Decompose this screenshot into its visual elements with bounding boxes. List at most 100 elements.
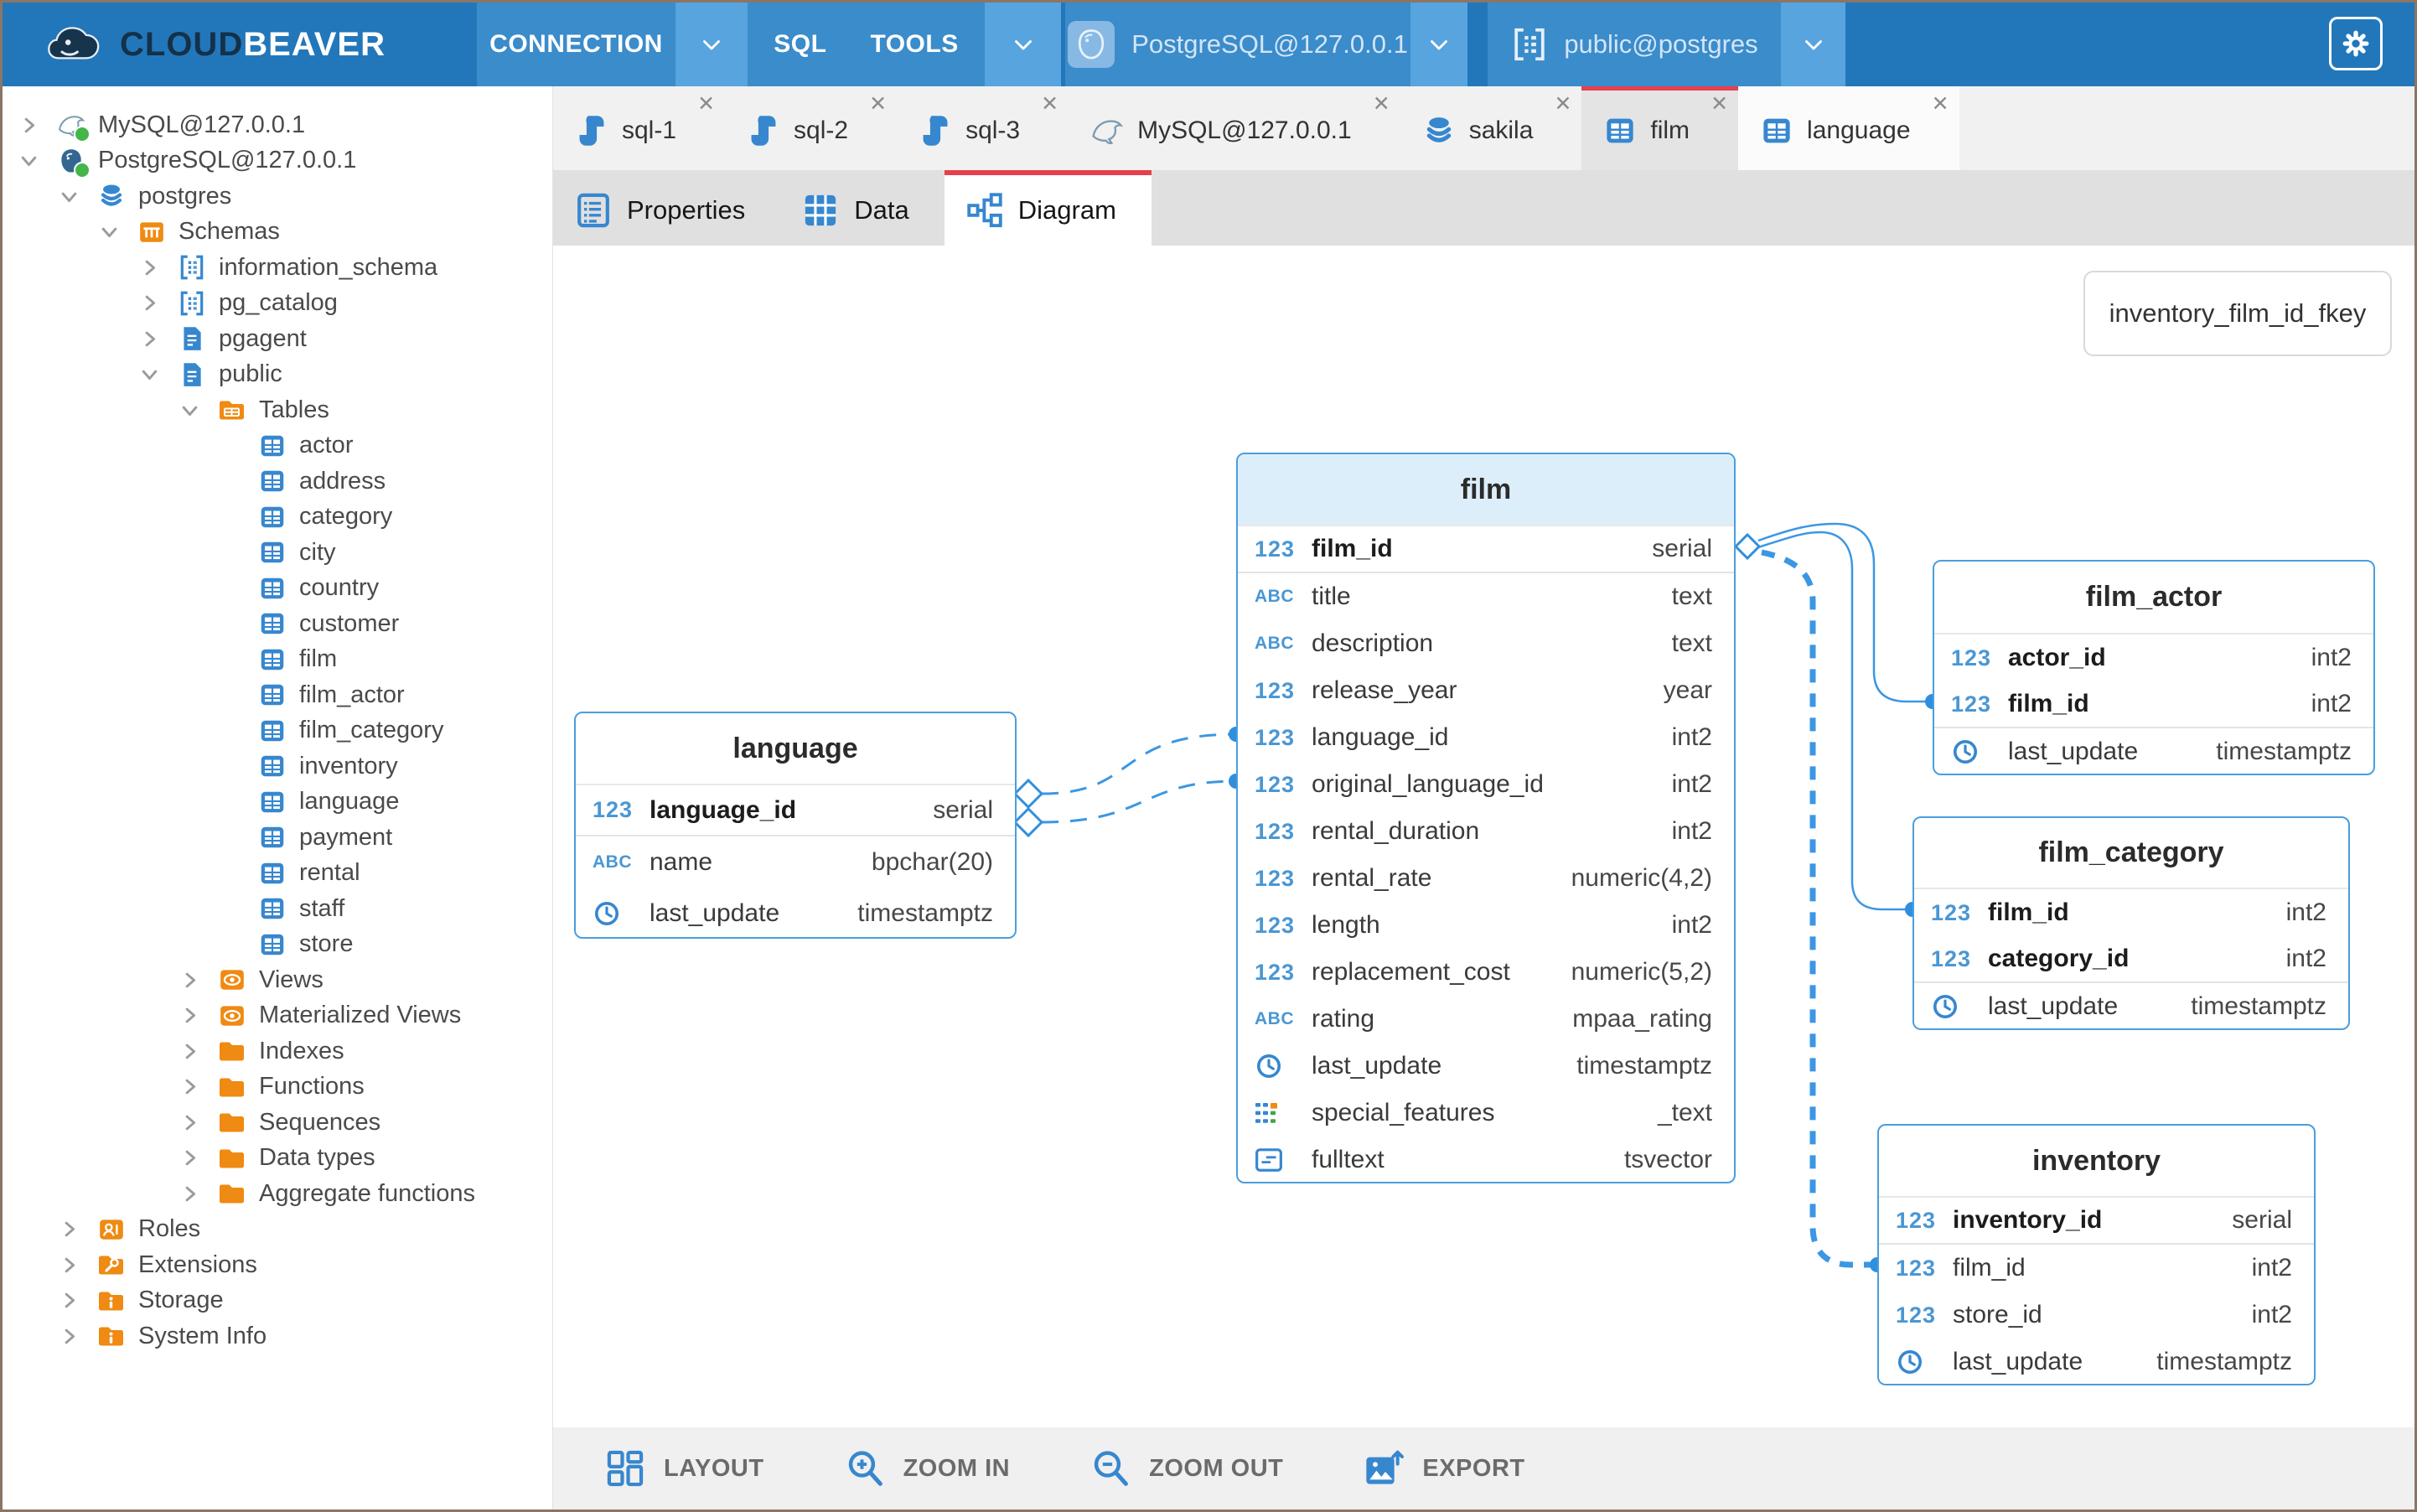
relationship-film-inventory-selected[interactable] <box>1762 552 1877 1265</box>
chevron-right-icon[interactable] <box>179 969 217 992</box>
column-film-id[interactable]: 123film_idint2 <box>1914 889 2348 936</box>
column-release-year[interactable]: 123release_yearyear <box>1238 667 1734 714</box>
column-last-update[interactable]: last_updatetimestamptz <box>1879 1339 2314 1385</box>
column-last-update[interactable]: last_updatetimestamptz <box>1238 1043 1734 1090</box>
tree-item-extensions[interactable]: Extensions <box>3 1247 552 1283</box>
column-language-id[interactable]: 123language_idserial <box>576 785 1015 836</box>
tree-item-postgresql-127-0-0-1[interactable]: PostgreSQL@127.0.0.1 <box>3 143 552 179</box>
tab-sakila[interactable]: sakila✕ <box>1400 86 1582 170</box>
tree-item-rental[interactable]: rental <box>3 856 552 892</box>
tree-item-film-actor[interactable]: film_actor <box>3 677 552 713</box>
chevron-right-icon[interactable] <box>18 114 56 137</box>
schema-selector-chevron-icon[interactable] <box>1781 3 1845 86</box>
relationship-language-film-original-language-id[interactable] <box>1042 781 1236 822</box>
tree-item-city[interactable]: city <box>3 535 552 571</box>
tree-item-functions[interactable]: Functions <box>3 1069 552 1106</box>
column-film-id[interactable]: 123film_idint2 <box>1879 1245 2314 1292</box>
tree-item-sequences[interactable]: Sequences <box>3 1105 552 1141</box>
chevron-right-icon[interactable] <box>179 1075 217 1098</box>
layout-button[interactable]: LAYOUT <box>605 1448 764 1489</box>
tree-item-film[interactable]: film <box>3 642 552 678</box>
zoom-out-button[interactable]: ZOOM OUT <box>1090 1448 1283 1489</box>
diagram-canvas[interactable]: film123film_idserialABCtitletextABCdescr… <box>553 246 2414 1427</box>
column-replacement-cost[interactable]: 123replacement_costnumeric(5,2) <box>1238 949 1734 996</box>
tree-item-film-category[interactable]: film_category <box>3 713 552 749</box>
column-original-language-id[interactable]: 123original_language_idint2 <box>1238 761 1734 808</box>
entity-inventory[interactable]: inventory123inventory_idserial123film_id… <box>1877 1124 2316 1385</box>
tree-item-inventory[interactable]: inventory <box>3 748 552 784</box>
tree-item-language[interactable]: language <box>3 784 552 821</box>
tab-properties[interactable]: Properties <box>553 170 780 246</box>
tree-item-customer[interactable]: customer <box>3 606 552 642</box>
chevron-right-icon[interactable] <box>138 328 177 350</box>
close-tab-icon[interactable]: ✕ <box>869 94 887 115</box>
tree-item-category[interactable]: category <box>3 500 552 536</box>
column-category-id[interactable]: 123category_idint2 <box>1914 936 2348 983</box>
tree-item-country[interactable]: country <box>3 571 552 607</box>
entity-film-category[interactable]: film_category123film_idint2123category_i… <box>1912 816 2350 1030</box>
column-actor-id[interactable]: 123actor_idint2 <box>1934 634 2373 681</box>
column-rental-rate[interactable]: 123rental_ratenumeric(4,2) <box>1238 855 1734 902</box>
chevron-right-icon[interactable] <box>179 1111 217 1134</box>
column-title[interactable]: ABCtitletext <box>1238 573 1734 620</box>
chevron-right-icon[interactable] <box>138 256 177 279</box>
chevron-down-icon[interactable] <box>18 149 56 172</box>
tree-item-aggregate-functions[interactable]: Aggregate functions <box>3 1176 552 1212</box>
chevron-down-icon[interactable] <box>138 363 177 386</box>
column-length[interactable]: 123lengthint2 <box>1238 902 1734 949</box>
column-rating[interactable]: ABCratingmpaa_rating <box>1238 996 1734 1043</box>
tree-item-tables[interactable]: Tables <box>3 392 552 428</box>
relationship-language-film-language-id[interactable] <box>1042 734 1236 794</box>
column-film-id[interactable]: 123film_idserial <box>1238 526 1734 573</box>
chevron-right-icon[interactable] <box>58 1289 96 1312</box>
export-button[interactable]: EXPORT <box>1364 1448 1524 1489</box>
schema-selector[interactable]: public@postgres <box>1488 3 1781 86</box>
chevron-down-icon[interactable] <box>98 220 137 243</box>
close-tab-icon[interactable]: ✕ <box>1373 94 1390 115</box>
close-tab-icon[interactable]: ✕ <box>1041 94 1058 115</box>
tree-item-roles[interactable]: Roles <box>3 1212 552 1248</box>
column-language-id[interactable]: 123language_idint2 <box>1238 714 1734 761</box>
tree-item-mysql-127-0-0-1[interactable]: MySQL@127.0.0.1 <box>3 107 552 143</box>
chevron-down-icon[interactable] <box>58 185 96 208</box>
tree-item-staff[interactable]: staff <box>3 891 552 927</box>
close-tab-icon[interactable]: ✕ <box>1932 94 1949 115</box>
tab-sql-3[interactable]: sql-3✕ <box>897 86 1069 170</box>
chevron-right-icon[interactable] <box>179 1147 217 1169</box>
tab-sql-2[interactable]: sql-2✕ <box>725 86 897 170</box>
column-last-update[interactable]: last_updatetimestamptz <box>576 888 1015 939</box>
connection-selector[interactable]: PostgreSQL@127.0.0.1 <box>1065 3 1410 86</box>
chevron-right-icon[interactable] <box>179 1004 217 1027</box>
entity-film-actor[interactable]: film_actor123actor_idint2123film_idint2l… <box>1933 560 2375 775</box>
tree-item-pgagent[interactable]: pgagent <box>3 321 552 357</box>
chevron-right-icon[interactable] <box>58 1218 96 1240</box>
tab-data[interactable]: Data <box>780 170 944 246</box>
tree-item-public[interactable]: public <box>3 357 552 393</box>
chevron-right-icon[interactable] <box>58 1254 96 1276</box>
column-last-update[interactable]: last_updatetimestamptz <box>1934 728 2373 775</box>
connection-menu-chevron-icon[interactable] <box>675 3 748 86</box>
relationship-film-film-actor[interactable] <box>1758 524 1933 702</box>
tree-item-actor[interactable]: actor <box>3 428 552 464</box>
tree-item-postgres[interactable]: postgres <box>3 179 552 215</box>
tab-mysql-127-0-0-1[interactable]: MySQL@127.0.0.1✕ <box>1069 86 1400 170</box>
tree-item-data-types[interactable]: Data types <box>3 1141 552 1177</box>
tools-menu-chevron-icon[interactable] <box>985 3 1061 86</box>
tree-item-system-info[interactable]: System Info <box>3 1318 552 1354</box>
close-tab-icon[interactable]: ✕ <box>697 94 715 115</box>
tree-item-payment[interactable]: payment <box>3 820 552 856</box>
connection-selector-chevron-icon[interactable] <box>1410 3 1467 86</box>
column-last-update[interactable]: last_updatetimestamptz <box>1914 983 2348 1030</box>
tree-item-storage[interactable]: Storage <box>3 1283 552 1319</box>
connection-menu-button[interactable]: CONNECTION <box>477 3 675 86</box>
zoom-in-button[interactable]: ZOOM IN <box>845 1448 1011 1489</box>
close-tab-icon[interactable]: ✕ <box>1554 94 1571 115</box>
tree-item-information-schema[interactable]: information_schema <box>3 250 552 286</box>
close-tab-icon[interactable]: ✕ <box>1711 94 1728 115</box>
column-special-features[interactable]: special_features_text <box>1238 1090 1734 1137</box>
settings-button[interactable] <box>2329 17 2383 70</box>
relationship-film-film-category[interactable] <box>1758 532 1912 909</box>
column-rental-duration[interactable]: 123rental_durationint2 <box>1238 808 1734 855</box>
chevron-right-icon[interactable] <box>138 292 177 314</box>
cloudbeaver-logo[interactable]: CLOUDBEAVER <box>46 3 386 86</box>
